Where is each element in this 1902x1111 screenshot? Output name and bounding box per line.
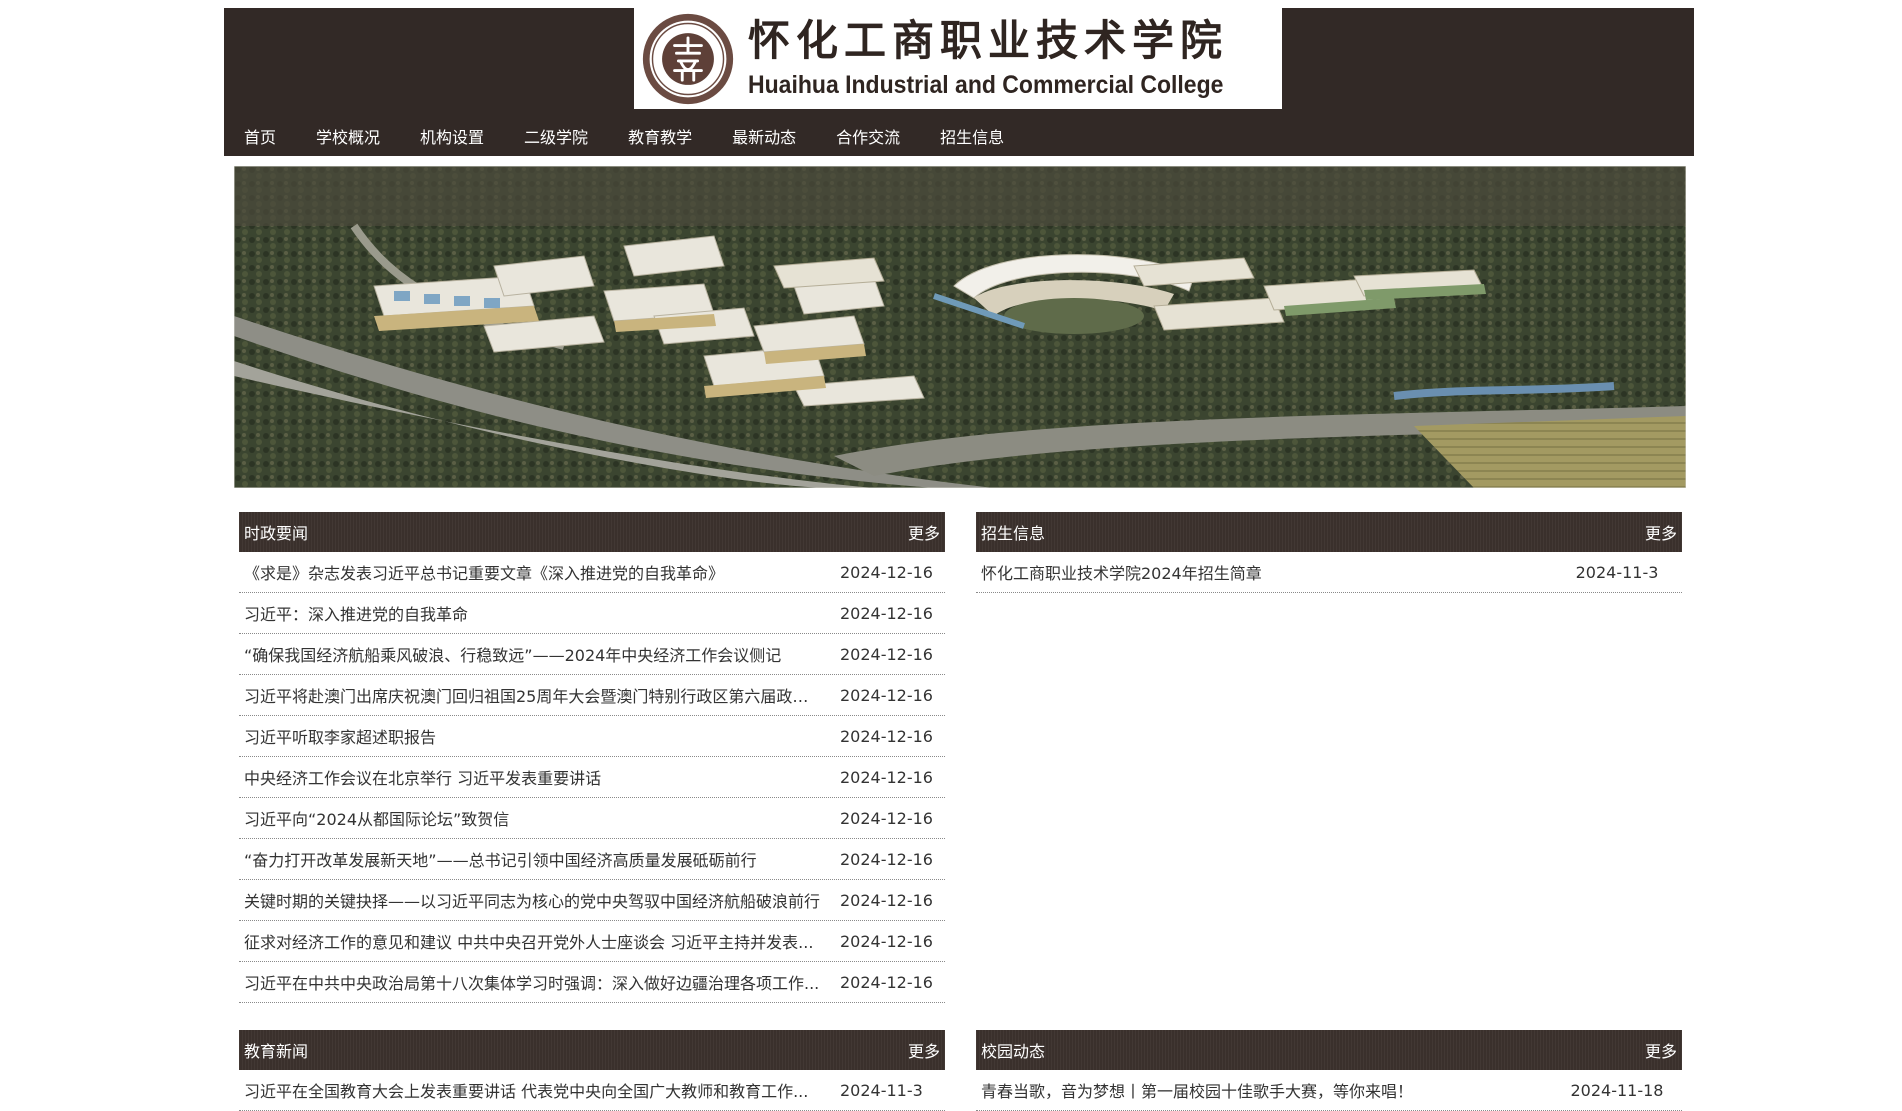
news-title[interactable]: “奋力打开改革发展新天地”——总书记引领中国经济高质量发展砥砺前行 — [244, 847, 820, 871]
news-title[interactable]: 习近平在中共中央政治局第十八次集体学习时强调：深入做好边疆治理各项工作... — [244, 970, 820, 994]
admissions-panel: 招生信息 更多 怀化工商职业技术学院2024年招生简章 2024-11-3 — [976, 512, 1682, 593]
news-date: 2024-12-16 — [840, 644, 933, 664]
news-title[interactable]: 《求是》杂志发表习近平总书记重要文章《深入推进党的自我革命》 — [244, 560, 820, 584]
college-name-cn: 怀化工商职业技术学院 — [748, 15, 1229, 65]
list-item[interactable]: 习近平：深入推进党的自我革命 2024-12-16 — [239, 593, 945, 634]
news-date: 2024-11-18 — [1570, 1080, 1664, 1100]
nav-item-home[interactable]: 首页 — [224, 124, 296, 148]
politics-news-panel: 时政要闻 更多 《求是》杂志发表习近平总书记重要文章《深入推进党的自我革命》 20… — [239, 512, 945, 1003]
news-date: 2024-12-16 — [840, 562, 933, 582]
campus-banner-image — [234, 166, 1686, 488]
news-title[interactable]: “确保我国经济航船乘风破浪、行稳致远”——2024年中央经济工作会议侧记 — [244, 642, 820, 666]
nav-item-admissions[interactable]: 招生信息 — [920, 124, 1024, 148]
news-title[interactable]: 习近平听取李家超述职报告 — [244, 724, 820, 748]
more-link[interactable]: 更多 — [908, 1038, 940, 1062]
panel-header: 招生信息 更多 — [976, 512, 1682, 552]
logo[interactable]: 怀化工商职业技术学院 Huaihua Industrial and Commer… — [634, 8, 1282, 109]
list-item[interactable]: 青春当歌，音为梦想丨第一届校园十佳歌手大赛，等你来唱！ 2024-11-18 — [976, 1070, 1682, 1111]
nav-item-schools[interactable]: 二级学院 — [504, 124, 608, 148]
news-date: 2024-12-16 — [840, 931, 933, 951]
nav-item-about[interactable]: 学校概况 — [296, 124, 400, 148]
news-title[interactable]: 习近平：深入推进党的自我革命 — [244, 601, 820, 625]
news-date: 2024-12-16 — [840, 972, 933, 992]
panel-header: 教育新闻 更多 — [239, 1030, 945, 1070]
list-item[interactable]: 习近平听取李家超述职报告 2024-12-16 — [239, 716, 945, 757]
news-title[interactable]: 怀化工商职业技术学院2024年招生简章 — [981, 560, 1557, 584]
news-date: 2024-12-16 — [840, 808, 933, 828]
list-item[interactable]: “确保我国经济航船乘风破浪、行稳致远”——2024年中央经济工作会议侧记 2024… — [239, 634, 945, 675]
list-item[interactable]: 习近平向“2024从都国际论坛”致贺信 2024-12-16 — [239, 798, 945, 839]
news-title[interactable]: 青春当歌，音为梦想丨第一届校园十佳歌手大赛，等你来唱！ — [981, 1078, 1557, 1102]
news-date: 2024-12-16 — [840, 685, 933, 705]
news-date: 2024-12-16 — [840, 767, 933, 787]
list-item[interactable]: 习近平在中共中央政治局第十八次集体学习时强调：深入做好边疆治理各项工作... 20… — [239, 962, 945, 1003]
news-title[interactable]: 习近平将赴澳门出席庆祝澳门回归祖国25周年大会暨澳门特别行政区第六届政府... — [244, 683, 820, 707]
news-title[interactable]: 习近平向“2024从都国际论坛”致贺信 — [244, 806, 820, 830]
list-item[interactable]: 怀化工商职业技术学院2024年招生简章 2024-11-3 — [976, 552, 1682, 593]
list-item[interactable]: 关键时期的关键抉择——以习近平同志为核心的党中央驾驭中国经济航船破浪前行 2024… — [239, 880, 945, 921]
list-item[interactable]: 中央经济工作会议在北京举行 习近平发表重要讲话 2024-12-16 — [239, 757, 945, 798]
news-title[interactable]: 习近平在全国教育大会上发表重要讲话 代表党中央向全国广大教师和教育工作... — [244, 1078, 820, 1102]
nav-item-news[interactable]: 最新动态 — [712, 124, 816, 148]
nav-item-teaching[interactable]: 教育教学 — [608, 124, 712, 148]
more-link[interactable]: 更多 — [1645, 520, 1677, 544]
list-item[interactable]: 征求对经济工作的意见和建议 中共中央召开党外人士座谈会 习近平主持并发表... 2… — [239, 921, 945, 962]
campus-news-panel: 校园动态 更多 青春当歌，音为梦想丨第一届校园十佳歌手大赛，等你来唱！ 2024-… — [976, 1030, 1682, 1111]
more-link[interactable]: 更多 — [908, 520, 940, 544]
more-link[interactable]: 更多 — [1645, 1038, 1677, 1062]
panel-title: 时政要闻 — [244, 524, 309, 543]
news-date: 2024-11-3 — [1575, 562, 1659, 582]
news-date: 2024-12-16 — [840, 603, 933, 623]
panel-header: 校园动态 更多 — [976, 1030, 1682, 1070]
panel-title: 招生信息 — [981, 524, 1046, 543]
college-seal-icon — [642, 13, 734, 104]
panel-title: 教育新闻 — [244, 1042, 309, 1061]
list-item[interactable]: “奋力打开改革发展新天地”——总书记引领中国经济高质量发展砥砺前行 2024-12… — [239, 839, 945, 880]
news-title[interactable]: 中央经济工作会议在北京举行 习近平发表重要讲话 — [244, 765, 820, 789]
news-date: 2024-11-3 — [840, 1080, 923, 1100]
list-item[interactable]: 《求是》杂志发表习近平总书记重要文章《深入推进党的自我革命》 2024-12-16 — [239, 552, 945, 593]
nav-item-departments[interactable]: 机构设置 — [400, 124, 504, 148]
news-date: 2024-12-16 — [840, 849, 933, 869]
education-news-panel: 教育新闻 更多 习近平在全国教育大会上发表重要讲话 代表党中央向全国广大教师和教… — [239, 1030, 945, 1111]
news-title[interactable]: 征求对经济工作的意见和建议 中共中央召开党外人士座谈会 习近平主持并发表... — [244, 929, 820, 953]
site-header: 怀化工商职业技术学院 Huaihua Industrial and Commer… — [224, 8, 1694, 156]
news-date: 2024-12-16 — [840, 890, 933, 910]
list-item[interactable]: 习近平在全国教育大会上发表重要讲话 代表党中央向全国广大教师和教育工作... 20… — [239, 1070, 945, 1111]
nav-item-cooperation[interactable]: 合作交流 — [816, 124, 920, 148]
main-nav: 首页 学校概况 机构设置 二级学院 教育教学 最新动态 合作交流 招生信息 — [224, 121, 1024, 151]
list-item[interactable]: 习近平将赴澳门出席庆祝澳门回归祖国25周年大会暨澳门特别行政区第六届政府... 2… — [239, 675, 945, 716]
panel-header: 时政要闻 更多 — [239, 512, 945, 552]
college-name-en: Huaihua Industrial and Commercial Colleg… — [748, 70, 1224, 99]
news-title[interactable]: 关键时期的关键抉择——以习近平同志为核心的党中央驾驭中国经济航船破浪前行 — [244, 888, 820, 912]
news-date: 2024-12-16 — [840, 726, 933, 746]
panel-title: 校园动态 — [981, 1042, 1046, 1061]
